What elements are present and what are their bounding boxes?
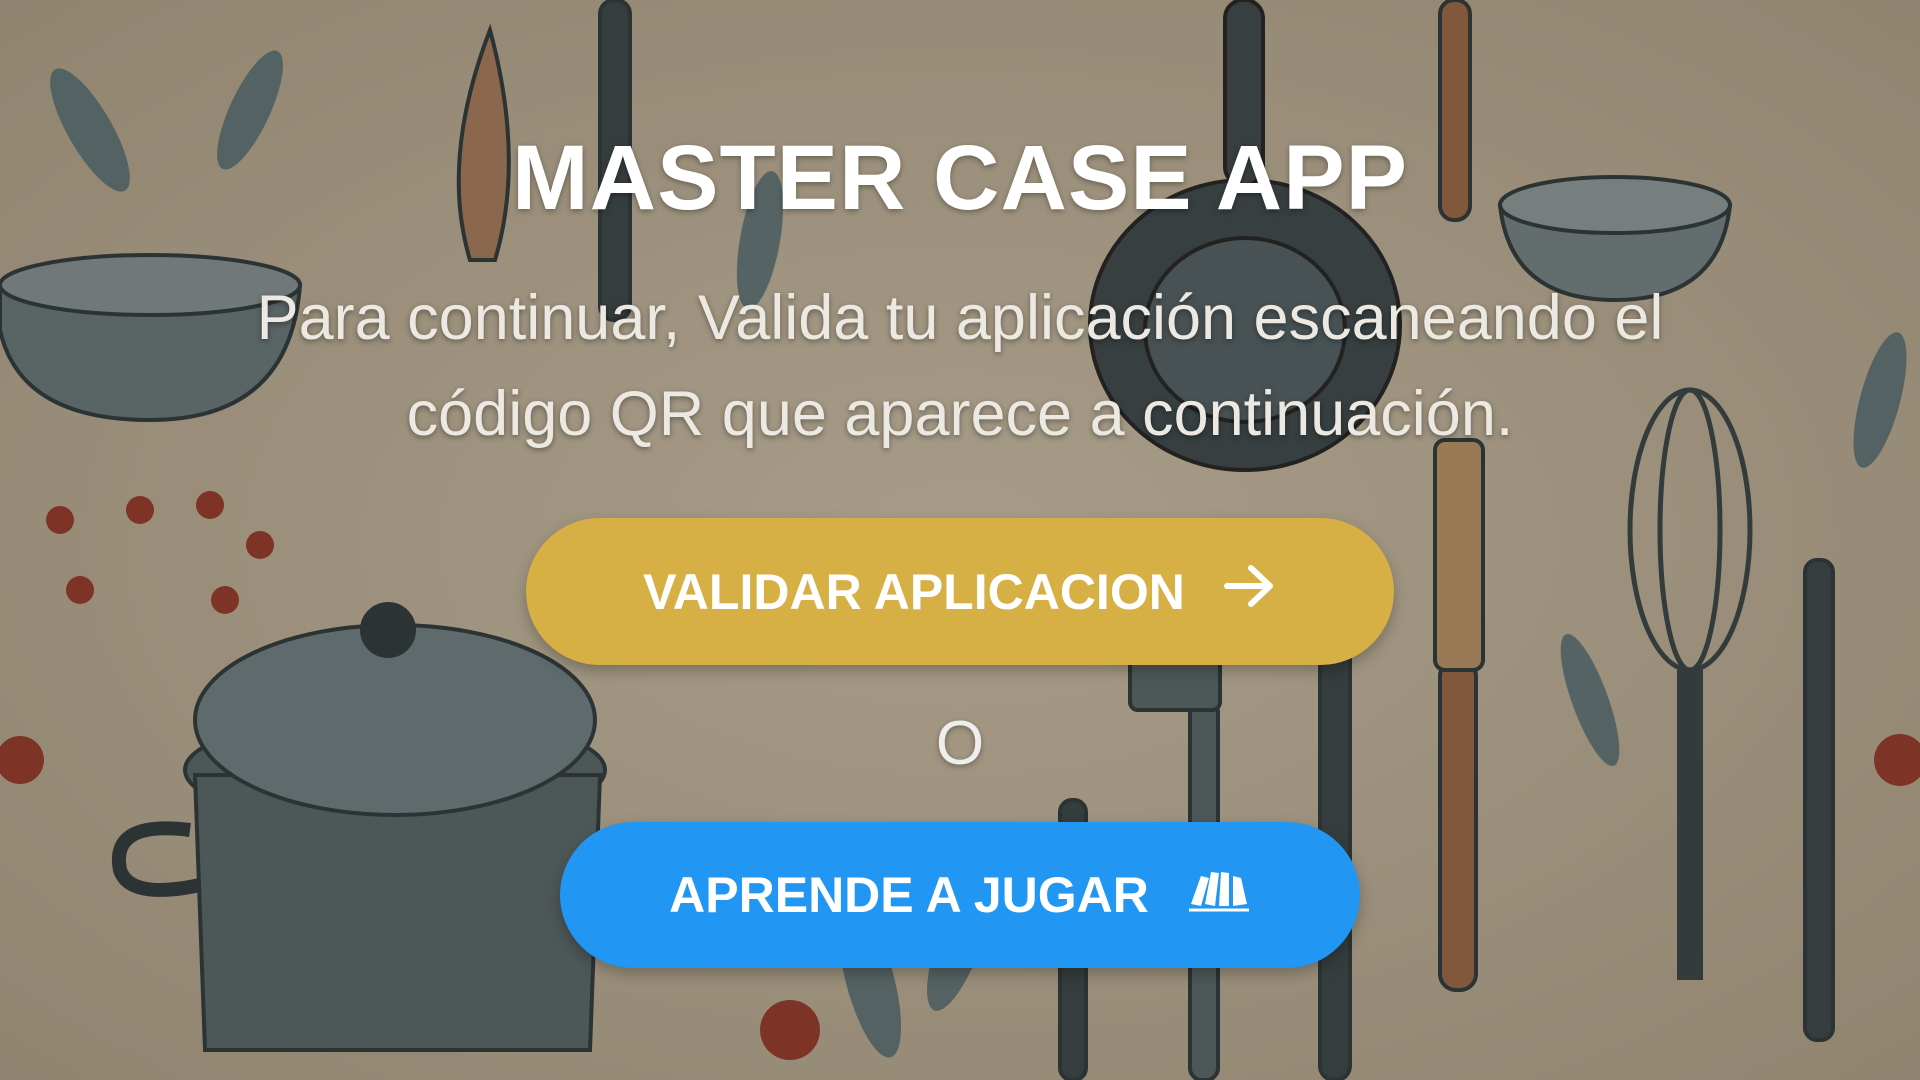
instruction-text: Para continuar, Valida tu aplicación esc… — [256, 283, 1664, 449]
learn-to-play-label: APRENDE A JUGAR — [669, 867, 1149, 923]
app-title: MASTER CASE APP — [512, 127, 1408, 229]
welcome-screen: MASTER CASE APP Para continuar, Valida t… — [0, 0, 1920, 1080]
playing-cards-icon — [1187, 866, 1251, 924]
arrow-right-icon — [1223, 563, 1277, 621]
or-separator: O — [935, 709, 985, 778]
learn-to-play-button[interactable]: APRENDE A JUGAR — [560, 822, 1360, 968]
validate-app-label: VALIDAR APLICACION — [643, 563, 1185, 620]
validate-app-button[interactable]: VALIDAR APLICACION — [526, 518, 1394, 665]
